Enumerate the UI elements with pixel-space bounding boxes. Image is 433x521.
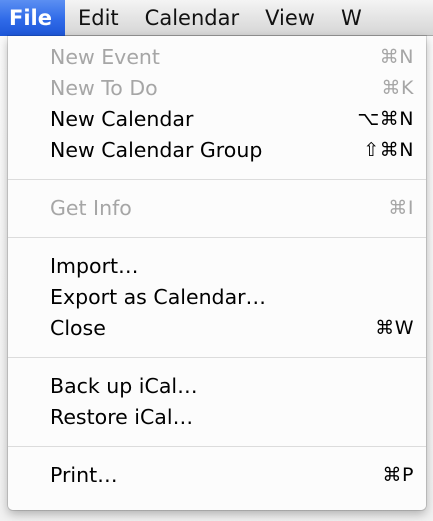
menu-bar: File Edit Calendar View W — [0, 0, 433, 36]
menu-item-get-info: Get Info ⌘I — [8, 193, 426, 224]
menu-item-shortcut: ⌘P — [382, 464, 414, 486]
menu-item-label: Get Info — [50, 196, 132, 220]
menu-item-label: New Calendar Group — [50, 138, 263, 162]
menu-item-shortcut: ⌘N — [379, 46, 414, 68]
menu-item-shortcut: ⌘K — [381, 77, 414, 99]
menu-item-label: Back up iCal… — [50, 374, 198, 398]
menu-item-shortcut: ⌘I — [388, 197, 414, 219]
menu-item-shortcut: ⌘W — [375, 317, 414, 339]
menu-item-shortcut: ⌥⌘N — [357, 108, 414, 130]
menu-item-shortcut: ⇧⌘N — [363, 139, 414, 161]
menubar-calendar[interactable]: Calendar — [132, 0, 252, 36]
menu-separator — [8, 357, 426, 358]
screen: File Edit Calendar View W New Event ⌘N N… — [0, 0, 433, 521]
menu-item-label: Print… — [50, 463, 118, 487]
menu-item-label: Restore iCal… — [50, 405, 194, 429]
menu-item-new-calendar-group[interactable]: New Calendar Group ⇧⌘N — [8, 135, 426, 166]
menu-item-print[interactable]: Print… ⌘P — [8, 460, 426, 491]
menu-separator — [8, 446, 426, 447]
menu-item-label: New Event — [50, 45, 160, 69]
menu-item-restore-ical[interactable]: Restore iCal… — [8, 402, 426, 433]
menubar-file[interactable]: File — [0, 0, 65, 36]
menu-item-new-to-do: New To Do ⌘K — [8, 73, 426, 104]
menu-item-back-up-ical[interactable]: Back up iCal… — [8, 371, 426, 402]
menu-item-label: Import… — [50, 254, 139, 278]
menu-item-label: New Calendar — [50, 107, 194, 131]
menu-item-import[interactable]: Import… — [8, 251, 426, 282]
menubar-view[interactable]: View — [252, 0, 328, 36]
menubar-edit[interactable]: Edit — [65, 0, 132, 36]
menu-item-label: Close — [50, 316, 106, 340]
menubar-window[interactable]: W — [328, 0, 375, 36]
menu-separator — [8, 237, 426, 238]
menu-item-label: Export as Calendar… — [50, 285, 267, 309]
menu-item-export-as-calendar[interactable]: Export as Calendar… — [8, 282, 426, 313]
file-menu: New Event ⌘N New To Do ⌘K New Calendar ⌥… — [8, 36, 426, 510]
menu-item-label: New To Do — [50, 76, 158, 100]
menu-separator — [8, 179, 426, 180]
menu-item-new-calendar[interactable]: New Calendar ⌥⌘N — [8, 104, 426, 135]
menu-item-close[interactable]: Close ⌘W — [8, 313, 426, 344]
menu-item-new-event: New Event ⌘N — [8, 42, 426, 73]
